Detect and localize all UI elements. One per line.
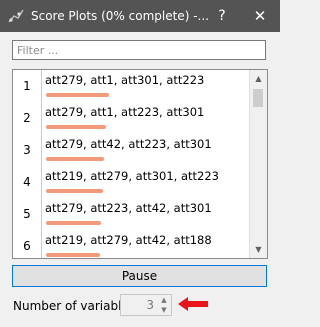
row-label: att219, att279, att301, att223	[45, 169, 219, 183]
title-bar: Score Plots (0% complete) -... ? ✕	[0, 0, 280, 32]
scatter-plot-icon	[8, 9, 24, 23]
num-variables-spinbox[interactable]: 3 ▲ ▼	[120, 294, 172, 316]
score-bar	[46, 157, 104, 161]
score-bar	[46, 125, 106, 129]
list-item[interactable]: 5 att279, att223, att42, att301	[13, 198, 249, 230]
spin-down-icon[interactable]: ▼	[157, 305, 171, 315]
close-button[interactable]: ✕	[243, 0, 277, 32]
row-label: att279, att1, att223, att301	[45, 105, 205, 119]
row-label: att279, att1, att301, att223	[45, 73, 205, 87]
score-list: 1 att279, att1, att301, att223 2 att279, at…	[12, 69, 268, 259]
row-number: 2	[13, 102, 42, 134]
row-label: att279, att223, att42, att301	[45, 201, 212, 215]
scroll-down-icon[interactable]: ▼	[250, 241, 267, 258]
pause-button[interactable]: Pause	[12, 265, 267, 287]
row-number: 6	[13, 230, 42, 258]
scroll-up-icon[interactable]: ▲	[250, 70, 267, 87]
list-item[interactable]: 2 att279, att1, att223, att301	[13, 102, 249, 134]
score-bar	[46, 253, 100, 257]
list-scrollbar[interactable]: ▲ ▼	[249, 70, 267, 258]
row-label: att219, att279, att42, att188	[45, 233, 212, 247]
window-title: Score Plots (0% complete) -...	[31, 9, 209, 23]
score-bar	[46, 93, 109, 97]
list-item[interactable]: 1 att279, att1, att301, att223	[13, 70, 249, 102]
row-label: att279, att42, att223, att301	[45, 137, 212, 151]
score-bar	[46, 221, 101, 225]
spin-up-icon[interactable]: ▲	[157, 295, 171, 305]
row-number: 3	[13, 134, 42, 166]
filter-input[interactable]	[12, 40, 266, 60]
help-button[interactable]: ?	[205, 0, 239, 32]
list-item[interactable]: 6 att219, att279, att42, att188	[13, 230, 249, 258]
row-number: 5	[13, 198, 42, 230]
num-variables-value[interactable]: 3	[121, 295, 154, 315]
scrollbar-thumb[interactable]	[253, 89, 263, 107]
list-item[interactable]: 3 att279, att42, att223, att301	[13, 134, 249, 166]
row-number: 1	[13, 70, 42, 102]
list-item[interactable]: 4 att219, att279, att301, att223	[13, 166, 249, 198]
red-pointer-arrow-icon	[178, 297, 208, 311]
row-number: 4	[13, 166, 42, 198]
score-bar	[46, 189, 103, 193]
